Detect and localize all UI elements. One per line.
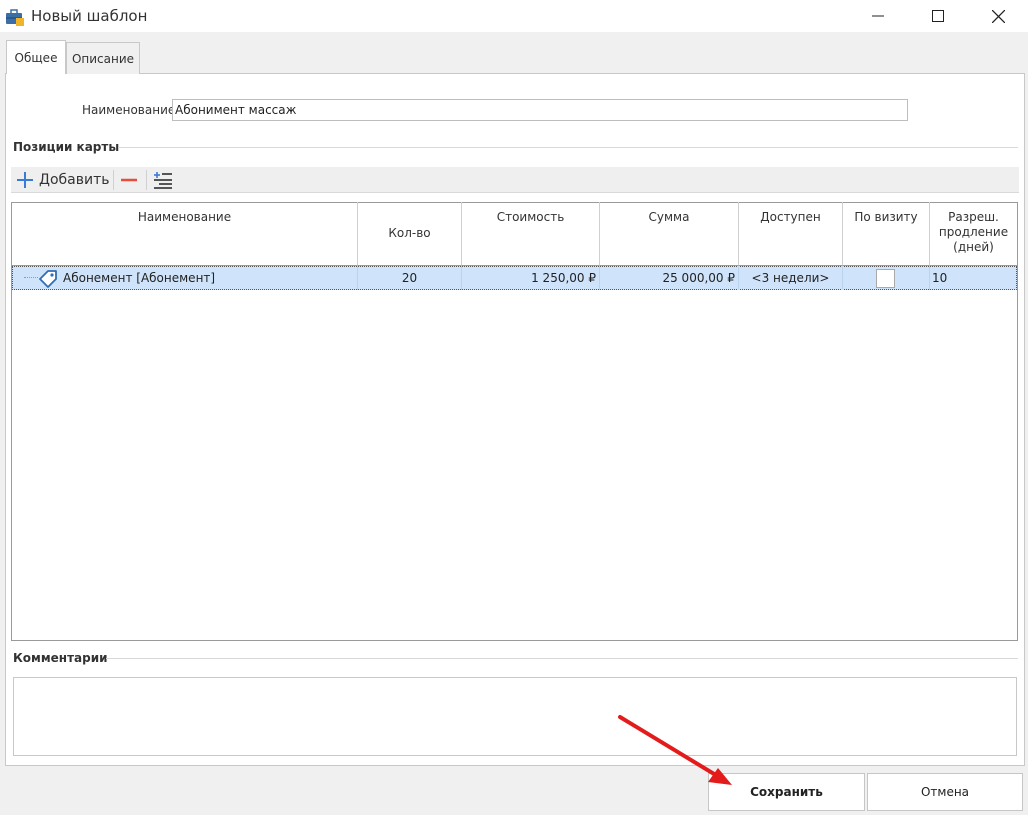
minimize-button[interactable] [850, 0, 906, 32]
positions-group-title: Позиции карты [13, 140, 120, 154]
column-header-sum[interactable]: Сумма [600, 202, 739, 266]
plus-icon [17, 172, 33, 188]
maximize-icon [932, 10, 944, 22]
list-settings-button[interactable] [152, 169, 174, 191]
maximize-button[interactable] [910, 0, 966, 32]
window-title: Новый шаблон [31, 7, 148, 25]
column-header-available[interactable]: Доступен [739, 202, 843, 266]
list-settings-icon [154, 172, 172, 189]
cell-extension-days[interactable]: 10 [930, 266, 1017, 290]
annotation-arrow-icon [618, 715, 732, 785]
cell-cost[interactable]: 1 250,00 ₽ [462, 266, 600, 290]
comments-group-title: Комментарии [13, 651, 108, 665]
cancel-button[interactable]: Отмена [867, 773, 1023, 811]
minimize-icon [872, 15, 884, 17]
toolbar-separator [113, 170, 114, 190]
cell-sum[interactable]: 25 000,00 ₽ [600, 266, 739, 290]
column-header-qty[interactable]: Кол-во [358, 202, 462, 266]
column-header-extension[interactable]: Разреш. продление (дней) [930, 202, 1017, 266]
column-header-name[interactable]: Наименование [12, 202, 358, 266]
name-label: Наименование: [82, 103, 180, 117]
cell-available[interactable]: <3 недели> [739, 266, 843, 290]
comments-divider [106, 658, 1018, 659]
tree-indent-line [24, 277, 38, 278]
tab-description[interactable]: Описание [66, 42, 140, 74]
add-position-label: Добавить [39, 172, 110, 188]
positions-divider [118, 147, 1018, 148]
column-header-cost[interactable]: Стоимость [462, 202, 600, 266]
minus-icon [121, 178, 137, 182]
cell-name[interactable]: Абонемент [Абонемент] [62, 266, 358, 290]
close-button[interactable] [970, 0, 1026, 32]
column-header-per-visit[interactable]: По визиту [843, 202, 930, 266]
toolbar-separator [146, 170, 147, 190]
add-position-button[interactable]: Добавить [15, 169, 109, 191]
tab-general[interactable]: Общее [6, 40, 66, 74]
close-icon [991, 9, 1005, 23]
comments-textarea[interactable] [13, 677, 1017, 756]
remove-position-button[interactable] [118, 169, 140, 191]
tag-icon [39, 270, 57, 288]
briefcase-icon [6, 9, 24, 26]
cell-qty[interactable]: 20 [358, 266, 462, 290]
name-input[interactable] [172, 99, 908, 121]
per-visit-checkbox[interactable] [876, 269, 895, 288]
